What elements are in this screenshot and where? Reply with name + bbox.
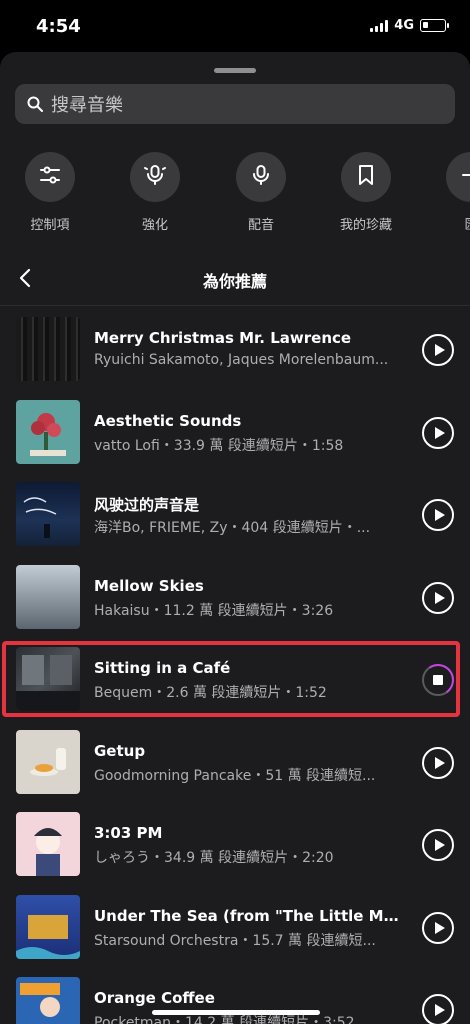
play-button[interactable] bbox=[422, 911, 454, 944]
song-title: Under The Sea (from "The Little Merm... bbox=[94, 906, 406, 925]
play-icon bbox=[434, 1004, 445, 1016]
song-list: Merry Christmas Mr. Lawrence Ryuichi Sak… bbox=[0, 307, 470, 1024]
voice-enhance-icon bbox=[143, 163, 167, 191]
list-item[interactable]: Mellow Skies Hakaisu・11.2 萬 段連續短片・3:26 bbox=[0, 555, 470, 638]
song-subtitle: しゃろう・34.9 萬 段連續短片・2:20 bbox=[94, 850, 334, 866]
stop-button[interactable] bbox=[419, 661, 457, 699]
play-button[interactable] bbox=[422, 499, 454, 531]
song-title: 3:03 PM bbox=[94, 824, 163, 842]
play-button[interactable] bbox=[422, 334, 454, 366]
microphone-icon bbox=[249, 163, 273, 191]
sheet-grabber[interactable] bbox=[214, 68, 256, 73]
album-art bbox=[16, 647, 80, 711]
play-button[interactable] bbox=[422, 829, 454, 861]
song-subtitle: Starsound Orchestra・15.7 萬 段連續短... bbox=[94, 932, 376, 949]
tool-voiceover-label: 配音 bbox=[247, 218, 274, 233]
list-item[interactable]: 3:03 PM しゃろう・34.9 萬 段連續短片・2:20 bbox=[0, 802, 470, 885]
signal-icon bbox=[370, 19, 389, 32]
tool-enhance[interactable]: 強化 bbox=[120, 152, 190, 233]
search-input[interactable]: 搜尋音樂 bbox=[15, 84, 455, 124]
section-title: 為你推薦 bbox=[202, 272, 267, 291]
tool-saved[interactable]: 我的珍藏 bbox=[331, 152, 401, 233]
list-item[interactable]: Orange Coffee Pocketman・14.2 萬 段連續短片・3:5… bbox=[0, 967, 470, 1024]
song-title: Orange Coffee bbox=[94, 989, 215, 1007]
play-button[interactable] bbox=[422, 746, 454, 779]
song-subtitle: Bequem・2.6 萬 段連續短片・1:52 bbox=[94, 685, 327, 701]
play-icon bbox=[434, 839, 445, 851]
section-header: 為你推薦 bbox=[0, 252, 470, 306]
play-icon bbox=[434, 426, 445, 439]
album-art bbox=[16, 399, 80, 464]
list-item[interactable]: Getup Goodmorning Pancake・51 萬 段連續短... bbox=[0, 720, 470, 803]
status-icons: 4G bbox=[370, 18, 449, 33]
tool-more-label: 匯 bbox=[436, 214, 470, 233]
tool-voiceover[interactable]: 配音 bbox=[226, 152, 296, 233]
song-subtitle: Ryuichi Sakamoto, Jaques Morelenbaum... bbox=[94, 352, 389, 368]
list-item[interactable]: 风驶过的声音是 海洋Bo, FRIEME, Zy・404 段連續短片・... bbox=[0, 472, 470, 555]
song-title: Aesthetic Sounds bbox=[94, 411, 242, 430]
album-art bbox=[16, 894, 80, 959]
album-art bbox=[16, 482, 80, 546]
song-title: Getup bbox=[94, 741, 146, 760]
play-button[interactable] bbox=[422, 416, 454, 449]
list-item[interactable]: Merry Christmas Mr. Lawrence Ryuichi Sak… bbox=[0, 307, 470, 390]
status-bar: 4:54 4G bbox=[0, 0, 470, 52]
album-art bbox=[16, 317, 80, 381]
list-item[interactable]: Aesthetic Sounds vatto Lofi・33.9 萬 段連續短片… bbox=[0, 390, 470, 473]
album-art bbox=[16, 812, 80, 876]
play-icon bbox=[434, 756, 445, 769]
song-subtitle: vatto Lofi・33.9 萬 段連續短片・1:58 bbox=[94, 437, 344, 454]
song-title: Sitting in a Café bbox=[94, 659, 231, 677]
search-placeholder: 搜尋音樂 bbox=[51, 95, 123, 116]
tool-controls-label: 控制項 bbox=[30, 218, 70, 233]
tool-controls[interactable]: 控制項 bbox=[15, 152, 85, 233]
bookmark-icon bbox=[354, 163, 378, 191]
list-item-playing[interactable]: Sitting in a Café Bequem・2.6 萬 段連續短片・1:5… bbox=[0, 637, 470, 720]
play-icon bbox=[434, 344, 445, 356]
song-title: Merry Christmas Mr. Lawrence bbox=[94, 329, 352, 347]
play-icon bbox=[434, 509, 445, 521]
tool-saved-label: 我的珍藏 bbox=[339, 218, 392, 233]
song-title: Mellow Skies bbox=[94, 576, 204, 595]
music-sheet: 搜尋音樂 控制項 強化 配音 我的珍藏 為你推薦 Merry Christmas… bbox=[0, 52, 470, 1024]
home-indicator[interactable] bbox=[152, 1010, 320, 1015]
play-button[interactable] bbox=[422, 581, 454, 614]
album-art bbox=[16, 729, 80, 794]
search-icon bbox=[27, 96, 43, 112]
play-icon bbox=[434, 921, 445, 934]
play-button[interactable] bbox=[422, 994, 454, 1024]
song-subtitle: Goodmorning Pancake・51 萬 段連續短... bbox=[94, 767, 376, 784]
album-art bbox=[16, 977, 80, 1024]
album-art bbox=[16, 564, 80, 629]
sliders-icon bbox=[38, 163, 62, 191]
more-icon bbox=[459, 163, 470, 191]
song-title: 风驶过的声音是 bbox=[94, 496, 200, 514]
network-label: 4G bbox=[394, 18, 414, 33]
list-item[interactable]: Under The Sea (from "The Little Merm... … bbox=[0, 885, 470, 968]
battery-icon bbox=[420, 19, 449, 32]
play-icon bbox=[434, 591, 445, 604]
tool-enhance-label: 強化 bbox=[141, 218, 168, 233]
tool-row: 控制項 強化 配音 我的珍藏 bbox=[0, 152, 470, 242]
playback-progress bbox=[419, 661, 457, 699]
status-time: 4:54 bbox=[36, 16, 81, 37]
song-subtitle: 海洋Bo, FRIEME, Zy・404 段連續短片・... bbox=[94, 520, 371, 536]
song-subtitle: Hakaisu・11.2 萬 段連續短片・3:26 bbox=[94, 602, 334, 619]
tool-more[interactable]: 匯 bbox=[436, 152, 470, 233]
